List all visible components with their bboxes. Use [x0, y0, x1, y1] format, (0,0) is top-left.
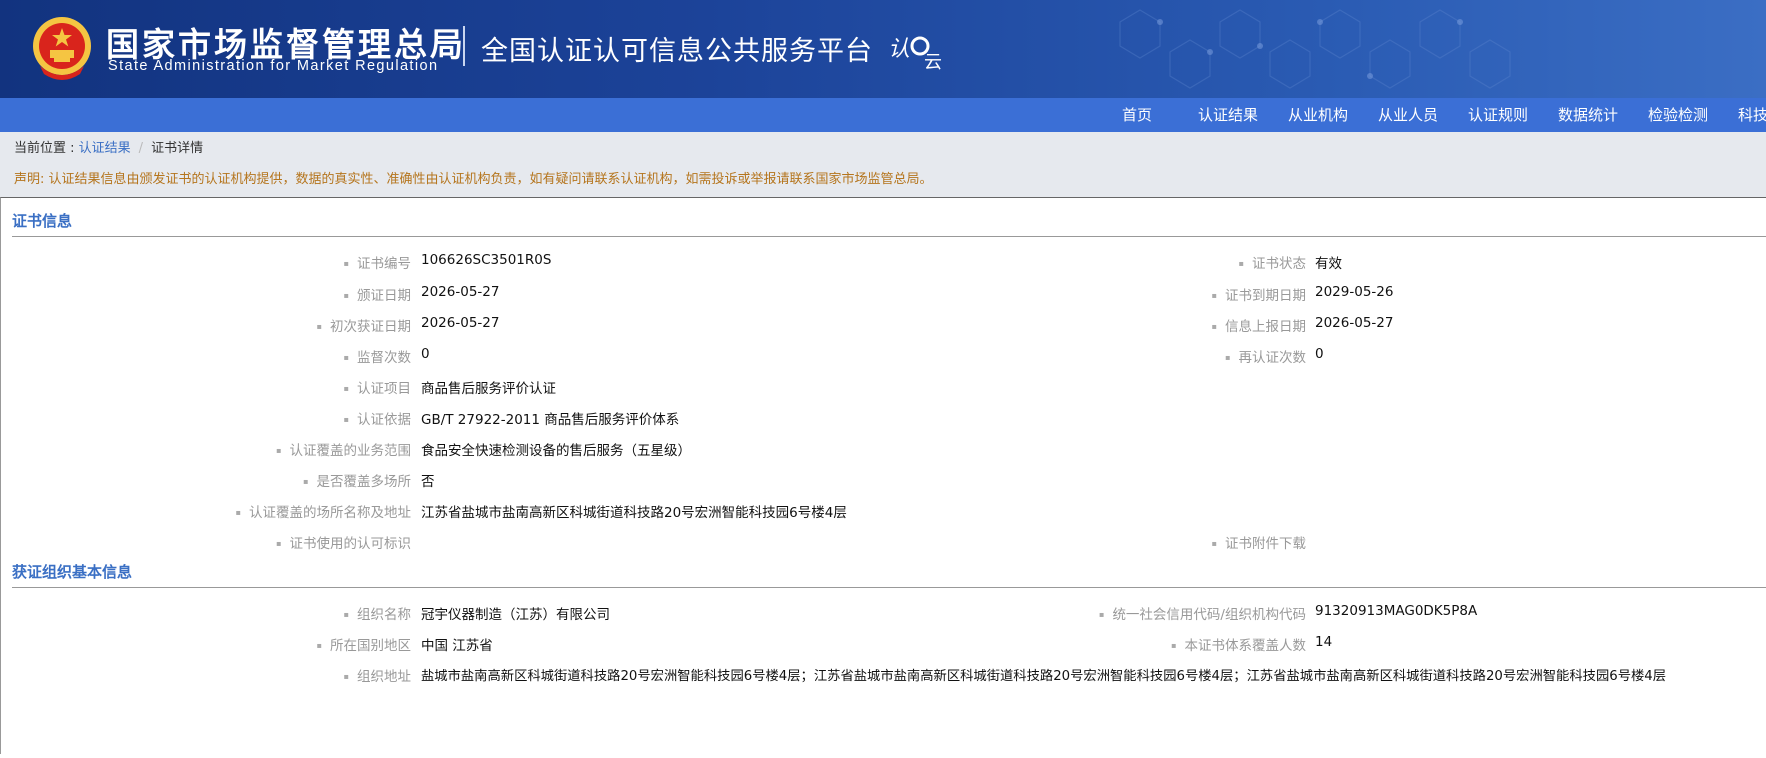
- value-covered-people: 14: [1315, 634, 1333, 650]
- label-org-name: 组织名称: [344, 603, 411, 623]
- label-cert-status: 证书状态: [1239, 252, 1306, 272]
- breadcrumb-link-cert-results[interactable]: 认证结果: [79, 141, 131, 156]
- platform-title: 全国认证认可信息公共服务平台: [481, 36, 873, 67]
- national-emblem-icon: [33, 17, 91, 80]
- breadcrumb-separator: /: [138, 141, 144, 156]
- detail-panel: 证书信息 证书编号 106626SC3501R0S 证书状态 有效 颁证日期 2…: [0, 197, 1766, 754]
- site-header: 国家市场监督管理总局 State Administration for Mark…: [0, 0, 1766, 98]
- value-expiry-date: 2029-05-26: [1315, 284, 1394, 300]
- nav-item-cert-results[interactable]: 认证结果: [1198, 98, 1258, 132]
- nav-item-institutions[interactable]: 从业机构: [1288, 98, 1348, 132]
- value-business-scope: 食品安全快速检测设备的售后服务（五星级）: [421, 443, 691, 459]
- label-accreditation-mark: 证书使用的认可标识: [276, 532, 412, 552]
- label-first-date: 初次获证日期: [317, 315, 411, 335]
- label-covered-people: 本证书体系覆盖人数: [1171, 634, 1307, 654]
- svg-text:认: 认: [888, 37, 910, 62]
- label-report-date: 信息上报日期: [1212, 315, 1306, 335]
- label-cert-project: 认证项目: [344, 377, 411, 397]
- section-divider: [12, 236, 1766, 237]
- value-multi-site: 否: [421, 474, 435, 490]
- info-bar: 当前位置 : 认证结果 / 证书详情 声明: 认证结果信息由颁发证书的认证机构提供，…: [0, 132, 1766, 197]
- value-cert-basis: GB/T 27922-2011 商品售后服务评价体系: [421, 412, 680, 428]
- renyun-logo-icon: 认 云: [888, 36, 942, 73]
- label-cert-no: 证书编号: [344, 252, 411, 272]
- disclaimer-notice: 声明: 认证结果信息由颁发证书的认证机构提供，数据的真实性、准确性由认证机构负责…: [14, 172, 933, 187]
- main-nav: 首页 认证结果 从业机构 从业人员 认证规则 数据统计 检验检测 科技: [0, 98, 1766, 132]
- label-business-scope: 认证覆盖的业务范围: [276, 439, 412, 459]
- value-site-address: 江苏省盐城市盐南高新区科城街道科技路20号宏洲智能科技园6号楼4层: [421, 505, 847, 521]
- value-org-name: 冠宇仪器制造（江苏）有限公司: [421, 607, 610, 623]
- hexagon-pattern-decoration: [1119, 9, 1511, 89]
- label-region: 所在国别地区: [317, 634, 411, 654]
- value-org-address: 盐城市盐南高新区科城街道科技路20号宏洲智能科技园6号楼4层；江苏省盐城市盐南高…: [421, 669, 1667, 684]
- value-supervision-count: 0: [421, 346, 430, 362]
- nav-item-personnel[interactable]: 从业人员: [1378, 98, 1438, 132]
- value-recert-count: 0: [1315, 346, 1324, 362]
- svg-text:云: 云: [924, 52, 942, 73]
- nav-item-home[interactable]: 首页: [1122, 98, 1152, 132]
- value-cert-project: 商品售后服务评价认证: [421, 381, 556, 397]
- value-report-date: 2026-05-27: [1315, 315, 1394, 331]
- section-title-organization: 获证组织基本信息: [12, 563, 133, 581]
- value-issue-date: 2026-05-27: [421, 284, 500, 300]
- label-org-address: 组织地址: [344, 665, 411, 685]
- agency-name-en: State Administration for Market Regulati…: [108, 58, 439, 74]
- value-first-date: 2026-05-27: [421, 315, 500, 331]
- label-recert-count: 再认证次数: [1225, 346, 1307, 366]
- label-attachment-download: 证书附件下载: [1212, 532, 1306, 552]
- header-divider: [463, 26, 465, 66]
- nav-item-statistics[interactable]: 数据统计: [1558, 98, 1618, 132]
- nav-item-cert-rules[interactable]: 认证规则: [1468, 98, 1528, 132]
- value-credit-code: 91320913MAG0DK5P8A: [1315, 603, 1478, 619]
- breadcrumb: 当前位置 : 认证结果 / 证书详情: [0, 132, 1766, 166]
- label-expiry-date: 证书到期日期: [1212, 284, 1306, 304]
- breadcrumb-prefix: 当前位置 :: [14, 141, 79, 156]
- section-divider: [12, 587, 1766, 588]
- label-cert-basis: 认证依据: [344, 408, 411, 428]
- label-site-address: 认证覆盖的场所名称及地址: [236, 501, 411, 521]
- label-multi-site: 是否覆盖多场所: [303, 470, 412, 490]
- nav-item-inspection[interactable]: 检验检测: [1648, 98, 1708, 132]
- nav-item-technology[interactable]: 科技: [1738, 98, 1766, 132]
- value-region: 中国 江苏省: [421, 638, 493, 654]
- value-cert-no: 106626SC3501R0S: [421, 252, 552, 268]
- label-supervision-count: 监督次数: [344, 346, 411, 366]
- label-issue-date: 颁证日期: [344, 284, 411, 304]
- value-cert-status: 有效: [1315, 256, 1342, 272]
- section-title-certificate: 证书信息: [12, 212, 73, 230]
- breadcrumb-current: 证书详情: [151, 141, 204, 156]
- label-credit-code: 统一社会信用代码/组织机构代码: [1099, 603, 1306, 623]
